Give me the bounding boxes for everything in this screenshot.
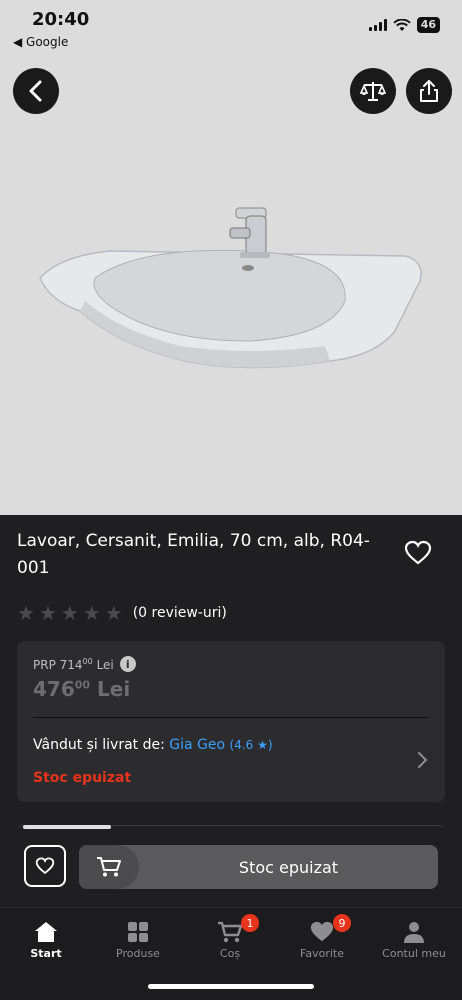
nav-item-favorite[interactable]: 9 Favorite	[276, 914, 368, 960]
prp-integer: 714	[59, 657, 83, 672]
product-title: Lavoar, Cersanit, Emilia, 70 cm, alb, R0…	[17, 531, 370, 578]
offer-card[interactable]: PRP 71400 Lei i 47600 Lei Vândut și livr…	[17, 641, 445, 802]
heart-icon	[404, 540, 432, 565]
prp-label: PRP	[33, 657, 56, 672]
home-indicator	[148, 984, 314, 989]
star-icon: ★	[17, 601, 35, 625]
battery-indicator: 46	[416, 17, 440, 33]
cart-button-label: Stoc epuizat	[238, 857, 339, 877]
price-integer: 476	[33, 677, 75, 701]
prp-currency: Lei	[96, 657, 114, 672]
stock-status: Stoc epuizat	[33, 770, 132, 786]
info-icon[interactable]: i	[119, 656, 136, 672]
divider	[33, 717, 429, 718]
nav-label: Produse	[116, 947, 160, 960]
cart-icon	[218, 921, 243, 943]
bottom-nav: Start Produse 1 Coș 9 Favorite Contul me…	[0, 907, 462, 1000]
compare-button[interactable]	[350, 68, 396, 114]
status-icons: 46	[368, 17, 440, 33]
cart-icon-wrap	[79, 845, 139, 889]
heart-icon	[35, 857, 55, 875]
scale-icon	[360, 82, 386, 101]
grid-icon	[128, 922, 148, 942]
status-time: 20:40	[32, 9, 90, 30]
favorites-badge: 9	[333, 914, 351, 932]
nav-item-start[interactable]: Start	[0, 920, 92, 960]
status-bar: 20:40 ◀ Google 46	[0, 0, 462, 56]
favorite-button[interactable]	[404, 540, 432, 570]
star-icon: ★	[38, 601, 57, 625]
prp-decimals: 00	[82, 656, 93, 666]
price-currency: Lei	[97, 677, 131, 701]
seller-prefix: Vândut și livrat de:	[33, 737, 165, 753]
nav-label: Contul meu	[382, 947, 446, 960]
cart-icon	[97, 857, 121, 877]
back-to-app-link[interactable]: ◀ Google	[13, 35, 68, 49]
product-panel: Lavoar, Cersanit, Emilia, 70 cm, alb, R0…	[0, 515, 462, 1000]
signal-icon	[368, 19, 387, 31]
home-icon	[35, 922, 57, 942]
chevron-right-icon	[418, 752, 428, 768]
current-price: 47600 Lei	[33, 677, 130, 701]
tab-indicator	[23, 825, 111, 829]
nav-item-contul-meu[interactable]: Contul meu	[368, 920, 460, 960]
nav-item-produse[interactable]: Produse	[92, 920, 184, 960]
product-image[interactable]	[0, 56, 462, 515]
nav-label: Start	[30, 947, 62, 960]
rating-stars[interactable]: ★ ★ ★ ★ ★ (0 review-uri)	[17, 603, 227, 623]
star-icon: ★	[82, 601, 101, 625]
star-icon: ★	[60, 601, 79, 625]
heart-icon	[310, 921, 334, 942]
review-count[interactable]: (0 review-uri)	[133, 605, 227, 621]
share-button[interactable]	[406, 68, 452, 114]
seller-rating: (4.6 ★)	[229, 738, 273, 752]
user-icon	[404, 922, 424, 943]
wifi-icon	[392, 18, 411, 31]
cart-badge: 1	[241, 914, 259, 932]
add-to-favorites-button[interactable]	[24, 845, 66, 887]
nav-label: Favorite	[300, 947, 344, 960]
chevron-left-icon	[29, 80, 42, 102]
add-to-cart-button[interactable]: Stoc epuizat	[79, 845, 438, 889]
sink-image	[39, 207, 422, 369]
prp-price: PRP 71400 Lei i	[33, 656, 136, 672]
share-icon	[420, 80, 438, 102]
seller-info: Vândut și livrat de: Gia Geo (4.6 ★)	[33, 737, 273, 753]
nav-item-cos[interactable]: 1 Coș	[184, 914, 276, 960]
seller-link[interactable]: Gia Geo	[169, 737, 225, 753]
nav-label: Coș	[219, 947, 241, 960]
back-button[interactable]	[13, 68, 59, 114]
star-icon: ★	[104, 601, 123, 625]
action-bar: Stoc epuizat	[0, 833, 462, 903]
price-decimals: 00	[74, 678, 91, 692]
